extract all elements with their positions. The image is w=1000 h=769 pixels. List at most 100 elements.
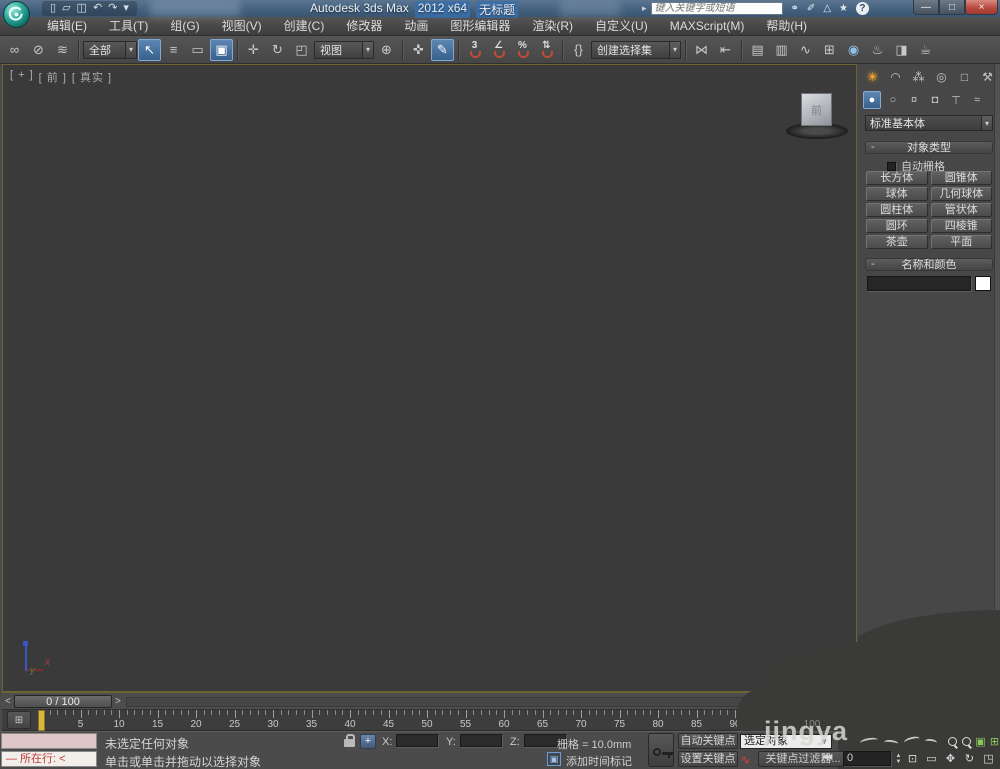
- search-input[interactable]: [650, 2, 783, 15]
- communication-center-icon[interactable]: ✐: [807, 3, 815, 14]
- select-and-scale-button[interactable]: ◰: [290, 39, 313, 61]
- subcategory-dropdown[interactable]: 标准基本体 ▾: [865, 115, 993, 131]
- close-button[interactable]: ×: [965, 0, 998, 15]
- previous-frame-arrow[interactable]: <: [5, 696, 11, 708]
- pan-view-icon[interactable]: ✥: [944, 751, 957, 765]
- frame-spinner[interactable]: ▲ ▼: [894, 751, 903, 766]
- reference-coordinate-dropdown[interactable]: 视图 ▾: [314, 40, 374, 59]
- maximize-viewport-toggle-icon[interactable]: ◳: [982, 751, 995, 765]
- time-slider-marker[interactable]: [38, 710, 45, 731]
- rendered-frame-window-button[interactable]: ◨: [890, 39, 913, 61]
- infocenter-expand-icon[interactable]: ▸: [642, 3, 647, 14]
- menu-maxscript[interactable]: MAXScript(M): [659, 17, 756, 36]
- autogrid-checkbox[interactable]: [887, 161, 896, 171]
- viewport-shading-menu[interactable]: [ 真实 ]: [72, 69, 112, 85]
- menu-edit[interactable]: 编辑(E): [36, 17, 98, 36]
- quick-access-customize-button[interactable]: ▾: [123, 1, 129, 16]
- rollout-object-type[interactable]: - 对象类型: [865, 141, 993, 154]
- render-production-button[interactable]: ☕: [914, 39, 937, 61]
- next-frame-arrow[interactable]: >: [115, 696, 121, 708]
- object-name-input[interactable]: [867, 276, 971, 291]
- category-space-warps[interactable]: ≈: [968, 91, 986, 109]
- orbit-viewport-icon[interactable]: ↻: [963, 751, 976, 765]
- menu-views[interactable]: 视图(V): [211, 17, 273, 36]
- new-scene-button[interactable]: ▯: [50, 1, 56, 16]
- add-time-tag-button[interactable]: 添加时间标记: [566, 753, 632, 769]
- viewport-front[interactable]: [ + ] [ 前 ] [ 真实 ] 前 x y: [2, 64, 857, 692]
- select-and-manipulate-button[interactable]: ✜: [407, 39, 430, 61]
- mirror-button[interactable]: ⋈: [690, 39, 713, 61]
- category-cameras[interactable]: ◘: [926, 91, 944, 109]
- spinner-down-icon[interactable]: ▼: [896, 759, 902, 765]
- schematic-view-button[interactable]: ⊞: [818, 39, 841, 61]
- undo-button[interactable]: ↶: [93, 1, 102, 16]
- viewport-general-menu[interactable]: [ + ]: [10, 69, 34, 85]
- absolute-mode-toggle[interactable]: +: [360, 734, 376, 749]
- tab-modify[interactable]: ◠: [886, 67, 905, 86]
- open-mini-curve-editor-button[interactable]: ⊞: [7, 711, 31, 729]
- app-logo-button[interactable]: [3, 1, 30, 28]
- keyboard-shortcut-override-toggle[interactable]: ✎: [431, 38, 454, 61]
- snaps-toggle-3d[interactable]: 3: [463, 39, 486, 61]
- torus-button[interactable]: 圆环: [866, 219, 928, 233]
- unlink-selection-icon[interactable]: ⊘: [27, 39, 50, 61]
- search-icon[interactable]: ⚭: [791, 3, 799, 14]
- edit-named-selection-sets-button[interactable]: {}: [567, 39, 590, 61]
- zoom-extents-icon[interactable]: ▣: [974, 734, 987, 748]
- current-frame-field[interactable]: 0: [843, 751, 891, 766]
- percent-snap-toggle[interactable]: %: [511, 39, 534, 61]
- time-slider-track[interactable]: [126, 697, 850, 707]
- sphere-button[interactable]: 球体: [866, 187, 928, 201]
- auto-key-button[interactable]: 自动关键点: [678, 733, 738, 749]
- viewport-pov-menu[interactable]: [ 前 ]: [39, 69, 67, 85]
- minimize-button[interactable]: —: [913, 0, 939, 15]
- set-key-button[interactable]: 设置关键点: [678, 751, 738, 767]
- cone-button[interactable]: 圆锥体: [930, 171, 992, 185]
- save-file-button[interactable]: ◫: [77, 1, 87, 16]
- subscription-center-icon[interactable]: △: [823, 3, 831, 14]
- key-selection-set-dropdown[interactable]: 选定对象 ▼: [740, 734, 832, 749]
- menu-help[interactable]: 帮助(H): [755, 17, 818, 36]
- category-shapes[interactable]: ○: [884, 91, 902, 109]
- spinner-snap-toggle[interactable]: ⇅: [535, 39, 558, 61]
- rollout-collapse-icon[interactable]: -: [871, 141, 875, 153]
- plane-button[interactable]: 平面: [930, 235, 992, 249]
- use-pivot-point-center-button[interactable]: ⊕: [375, 39, 398, 61]
- zoom-extents-all-icon[interactable]: ⊞: [988, 734, 1000, 748]
- bind-to-space-warp-icon[interactable]: ≋: [51, 39, 74, 61]
- menu-group[interactable]: 组(G): [159, 17, 210, 36]
- category-lights[interactable]: ¤: [905, 91, 923, 109]
- selection-filter-dropdown[interactable]: 全部 ▾: [83, 40, 137, 59]
- rectangular-selection-region-button[interactable]: ▭: [186, 39, 209, 61]
- maxscript-mini-listener[interactable]: — 所在行: <: [1, 751, 97, 767]
- tab-display[interactable]: □: [955, 67, 974, 86]
- box-button[interactable]: 长方体: [866, 171, 928, 185]
- select-by-name-button[interactable]: ≡: [162, 39, 185, 61]
- menu-create[interactable]: 创建(C): [273, 17, 336, 36]
- zoom-all-icon[interactable]: [960, 734, 973, 748]
- key-filters-button[interactable]: 关键点过滤器...: [758, 751, 848, 767]
- open-file-button[interactable]: ▱: [62, 1, 70, 16]
- rollout-collapse-icon[interactable]: -: [871, 258, 875, 270]
- rollout-name-color[interactable]: - 名称和颜色: [865, 258, 993, 271]
- menu-animation[interactable]: 动画: [393, 17, 439, 36]
- maximize-button[interactable]: □: [939, 0, 965, 15]
- cylinder-button[interactable]: 圆柱体: [866, 203, 928, 217]
- key-mode-toggle-icon[interactable]: ⊡: [906, 751, 919, 765]
- menu-modifiers[interactable]: 修改器: [335, 17, 393, 36]
- tab-hierarchy[interactable]: ⁂: [909, 67, 928, 86]
- x-coord-field[interactable]: [396, 734, 438, 747]
- material-editor-button[interactable]: ◉: [842, 39, 865, 61]
- curve-editor-button[interactable]: ∿: [794, 39, 817, 61]
- angle-snap-toggle[interactable]: ∠: [487, 39, 510, 61]
- category-geometry[interactable]: ●: [863, 91, 881, 109]
- category-helpers[interactable]: ⊤: [947, 91, 965, 109]
- object-color-swatch[interactable]: [975, 276, 991, 291]
- tab-create[interactable]: ☀: [863, 67, 882, 86]
- favorites-star-icon[interactable]: ★: [839, 3, 848, 14]
- viewcube[interactable]: 前: [786, 91, 848, 139]
- track-bar[interactable]: ⊞ 051015202530354045505560657075808590: [2, 710, 857, 731]
- menu-customize[interactable]: 自定义(U): [584, 17, 659, 36]
- selection-lock-icon[interactable]: [344, 734, 355, 747]
- panel-scroll-strip[interactable]: [994, 64, 1000, 769]
